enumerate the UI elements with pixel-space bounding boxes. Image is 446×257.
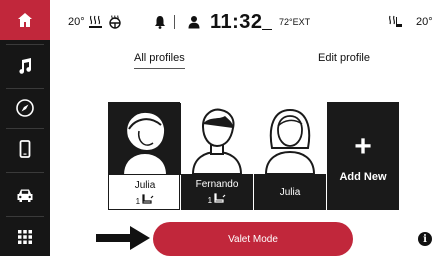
profile-name: Fernando bbox=[195, 179, 239, 190]
bell-icon bbox=[155, 16, 165, 29]
seat-memory: 1 bbox=[109, 194, 181, 206]
seat-icon bbox=[214, 193, 226, 203]
phone-icon bbox=[19, 140, 31, 158]
seat-number: 1 bbox=[135, 197, 141, 206]
notifications[interactable] bbox=[154, 0, 166, 44]
valet-mode-button[interactable]: Valet Mode bbox=[153, 222, 353, 256]
car-icon bbox=[17, 189, 33, 202]
sidebar-item-home[interactable] bbox=[0, 0, 50, 40]
info-icon[interactable]: i bbox=[418, 232, 432, 246]
sidebar-item-vehicle[interactable] bbox=[0, 175, 50, 215]
tab-all-profiles[interactable]: All profiles bbox=[134, 52, 185, 69]
avatar bbox=[181, 102, 253, 174]
profile-card-fernando[interactable]: Fernando 1 bbox=[181, 102, 253, 210]
heated-seat-icon bbox=[389, 15, 402, 27]
plus-icon: + bbox=[354, 130, 372, 163]
right-heated-seat[interactable] bbox=[388, 0, 404, 44]
seat-icon bbox=[142, 194, 154, 204]
tab-edit-profile[interactable]: Edit profile bbox=[318, 52, 370, 64]
sidebar-item-navigation[interactable] bbox=[0, 88, 50, 128]
add-new-profile-button[interactable]: + Add New bbox=[327, 102, 399, 210]
apps-grid-icon bbox=[18, 230, 32, 244]
add-new-label: Add New bbox=[339, 171, 387, 183]
right-temp: 20° bbox=[416, 16, 433, 28]
clock: 11:32 bbox=[210, 10, 263, 33]
profile-status[interactable] bbox=[188, 0, 200, 44]
sidebar-item-music[interactable] bbox=[0, 46, 50, 86]
music-note-icon bbox=[19, 58, 31, 74]
exterior-temp: 72°EXT bbox=[279, 17, 311, 27]
divider bbox=[174, 15, 175, 29]
clock-underline bbox=[262, 29, 272, 30]
left-temp: 20° bbox=[68, 16, 85, 28]
avatar bbox=[254, 102, 326, 174]
sidebar-item-apps[interactable] bbox=[0, 217, 50, 257]
sidebar-item-phone[interactable] bbox=[0, 129, 50, 169]
seat-number: 1 bbox=[207, 196, 213, 205]
avatar bbox=[109, 103, 181, 175]
profile-card-julia-2[interactable]: Julia bbox=[254, 102, 326, 210]
left-climate: 20° bbox=[68, 0, 122, 44]
home-icon bbox=[18, 13, 32, 27]
profile-name: Julia bbox=[134, 180, 156, 191]
arrow-right-icon bbox=[96, 226, 150, 250]
profile-name: Julia bbox=[279, 187, 301, 198]
sidebar-nav bbox=[0, 0, 50, 256]
heated-seat-icon[interactable] bbox=[88, 15, 106, 29]
status-bar: 20° 11:32 72°EXT 20° bbox=[50, 0, 446, 44]
seat-memory: 1 bbox=[181, 193, 253, 205]
profile-card-julia[interactable]: Julia 1 bbox=[108, 102, 181, 210]
compass-icon bbox=[16, 99, 34, 117]
heated-steering-wheel-icon[interactable] bbox=[108, 15, 122, 29]
user-icon bbox=[188, 16, 200, 29]
